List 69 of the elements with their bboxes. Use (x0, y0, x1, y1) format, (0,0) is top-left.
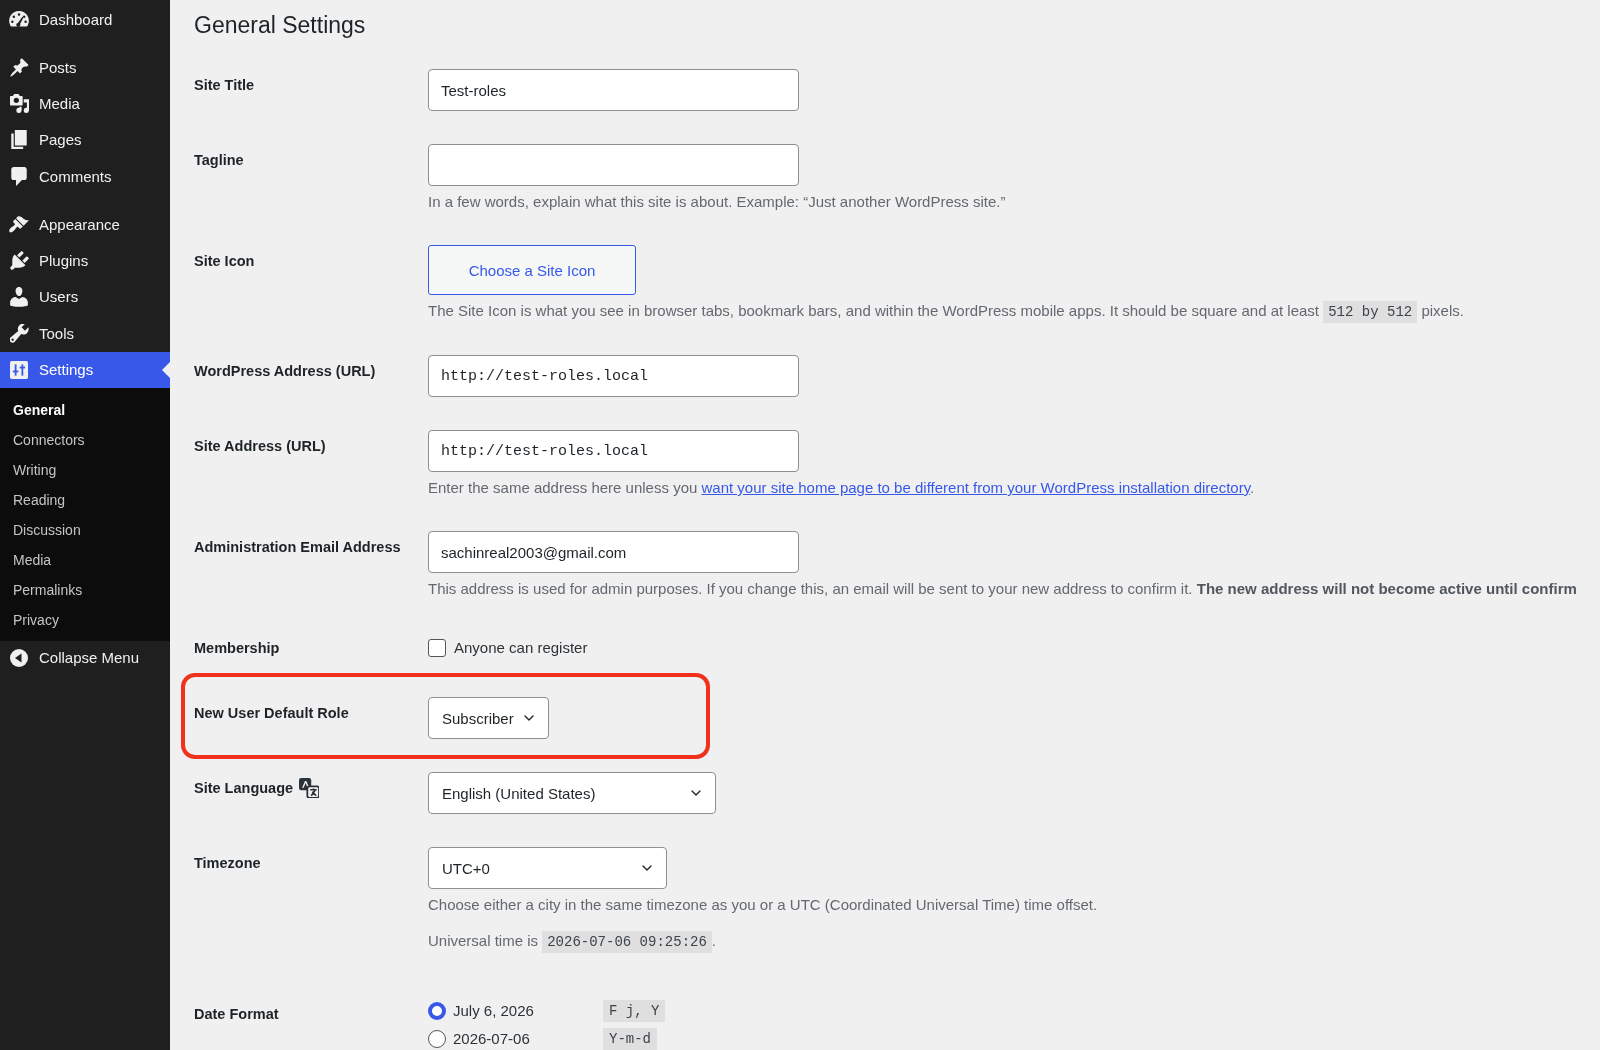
field-label: Site Title (194, 76, 255, 95)
code-snippet: 2026-07-06 09:25:26 (542, 931, 712, 953)
checkbox-label: Anyone can register (454, 638, 588, 658)
sidebar-menu-item[interactable]: Appearance (0, 205, 170, 243)
field-label: Site Language (194, 779, 294, 798)
dropdown-select[interactable]: Subscriber (428, 697, 549, 739)
submenu-item[interactable]: Permalinks (0, 574, 170, 605)
field-description: This address is used for admin purposes. If you change this, an email will be sent to your new address to confirm it. The new address will not become active until confirm (428, 579, 1577, 599)
code-snippet: 512 by 512 (1323, 301, 1418, 323)
plug-icon (9, 251, 29, 271)
sidebar-menu-item[interactable]: Users (0, 278, 170, 316)
current-pointer-icon (162, 361, 170, 378)
gauge-icon (9, 11, 29, 28)
format-code: Y-m-d (603, 1028, 657, 1050)
wrench-icon (9, 323, 29, 343)
field-label: Site Address (URL) (194, 437, 326, 456)
text-input-field[interactable] (428, 144, 799, 186)
dropdown-select[interactable]: English (United States) (428, 772, 716, 814)
radio-button[interactable] (428, 1030, 446, 1048)
camera-music-icon (9, 93, 29, 113)
pages-icon (11, 130, 27, 150)
submenu-item[interactable]: Reading (0, 484, 170, 515)
field-label: WordPress Address (URL) (194, 362, 376, 381)
submenu-item[interactable]: Media (0, 544, 170, 575)
sidebar-menu-item[interactable]: Media (0, 85, 170, 122)
sidebar-menu-item[interactable]: Tools (0, 315, 170, 352)
translate-icon (299, 778, 320, 798)
format-code: F j, Y (603, 1000, 666, 1022)
text-link[interactable]: want your site home page to be different from your WordPress installation directory (701, 479, 1251, 496)
sidebar-menu-item[interactable]: Settings (0, 351, 170, 388)
submenu-item[interactable]: Connectors (0, 424, 170, 455)
site-icon-button[interactable]: Choose a Site Icon (428, 245, 636, 295)
submenu-item[interactable]: General (0, 394, 170, 425)
field-label: Membership (194, 639, 280, 658)
submenu-item[interactable]: Writing (0, 454, 170, 485)
field-description: The Site Icon is what you see in browser tabs, bookmark bars, and within the WordPress mobile apps. It should be square and at least 512 by 512 pixels. (428, 301, 1464, 322)
submenu-item[interactable]: Privacy (0, 604, 170, 635)
page-title: General Settings (194, 11, 367, 40)
sidebar-menu-item[interactable]: Posts (0, 48, 170, 86)
field-label: Tagline (194, 151, 244, 170)
field-description: Enter the same address here unless you want your site home page to be different from your WordPress installation directory. (428, 478, 1255, 498)
dropdown-select[interactable]: UTC+0 (428, 847, 667, 889)
text-input-field[interactable]: Test-roles (428, 69, 799, 111)
pushpin-icon (9, 57, 29, 77)
field-label: Site Icon (194, 252, 255, 271)
sidebar-menu-item[interactable]: Pages (0, 121, 170, 159)
text-input-field[interactable]: http://test-roles.local (428, 430, 799, 472)
field-label: Administration Email Address (194, 538, 401, 557)
collapse-menu-button[interactable]: Collapse Menu (0, 640, 170, 675)
field-label: Date Format (194, 1005, 279, 1024)
checkbox[interactable] (428, 639, 446, 657)
paintbrush-icon (9, 215, 29, 233)
field-description: Choose either a city in the same timezone as you or a UTC (Coordinated Universal Time) time offset. (428, 895, 1098, 915)
radio-label: 2026-07-06 (453, 1029, 531, 1049)
text-input-field[interactable]: sachinreal2003@gmail.com (428, 531, 799, 573)
field-note: Universal time is 2026-07-06 09:25:26 . (428, 931, 716, 952)
radio-button[interactable] (428, 1002, 446, 1020)
speech-bubble-icon (11, 166, 27, 186)
text-input-field[interactable]: http://test-roles.local (428, 355, 799, 397)
field-label: New User Default Role (194, 704, 349, 723)
field-label: Timezone (194, 854, 261, 873)
submenu-item[interactable]: Discussion (0, 514, 170, 545)
sidebar-menu-item[interactable]: Comments (0, 158, 170, 195)
sidebar-menu-item[interactable]: Dashboard (0, 1, 170, 38)
user-icon (10, 286, 28, 307)
radio-label: July 6, 2026 (453, 1001, 535, 1021)
sidebar-menu-item[interactable]: Plugins (0, 242, 170, 279)
sliders-icon (10, 360, 28, 379)
field-description: In a few words, explain what this site is about. Example: “Just another WordPress site.” (428, 192, 1006, 212)
